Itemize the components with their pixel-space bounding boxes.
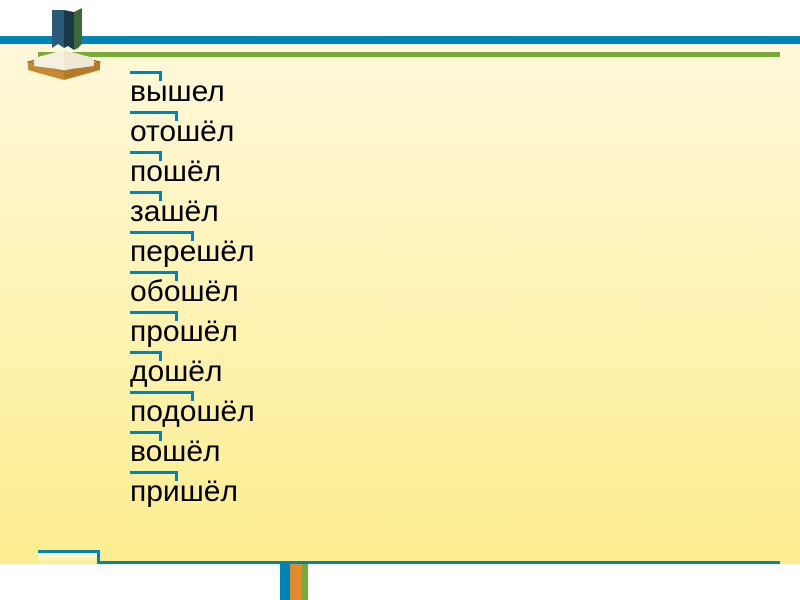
- word-item: дошёл: [130, 352, 255, 392]
- prefix-bracket-icon: [130, 231, 194, 241]
- word-item: прошёл: [130, 312, 255, 352]
- bottom-left-notch: [38, 550, 100, 564]
- word-item: подошёл: [130, 392, 255, 432]
- word-item: вошёл: [130, 432, 255, 472]
- prefix-bracket-icon: [130, 471, 178, 481]
- word-item: вышел: [130, 72, 255, 112]
- prefix-bracket-icon: [130, 391, 194, 401]
- prefix-bracket-icon: [130, 71, 162, 81]
- prefix-bracket-icon: [130, 191, 162, 201]
- word-item: обошёл: [130, 272, 255, 312]
- prefix-bracket-icon: [130, 311, 178, 321]
- top-green-line: [38, 52, 780, 57]
- prefix-bracket-icon: [130, 151, 162, 161]
- word-item: пришёл: [130, 472, 255, 512]
- prefix-bracket-icon: [130, 351, 162, 361]
- word-item: перешёл: [130, 232, 255, 272]
- top-blue-bar: [0, 36, 800, 44]
- top-white-bar: [0, 0, 800, 36]
- books-icon: [24, 8, 108, 86]
- word-item: отошёл: [130, 112, 255, 152]
- word-item: зашёл: [130, 192, 255, 232]
- prefix-bracket-icon: [130, 271, 178, 281]
- bottom-accent-stripes: [280, 564, 308, 600]
- prefix-bracket-icon: [130, 111, 178, 121]
- bottom-white-bar: [0, 564, 800, 600]
- prefix-bracket-icon: [130, 431, 162, 441]
- word-list: вышелотошёлпошёлзашёлперешёлобошёлпрошёл…: [130, 72, 255, 512]
- word-item: пошёл: [130, 152, 255, 192]
